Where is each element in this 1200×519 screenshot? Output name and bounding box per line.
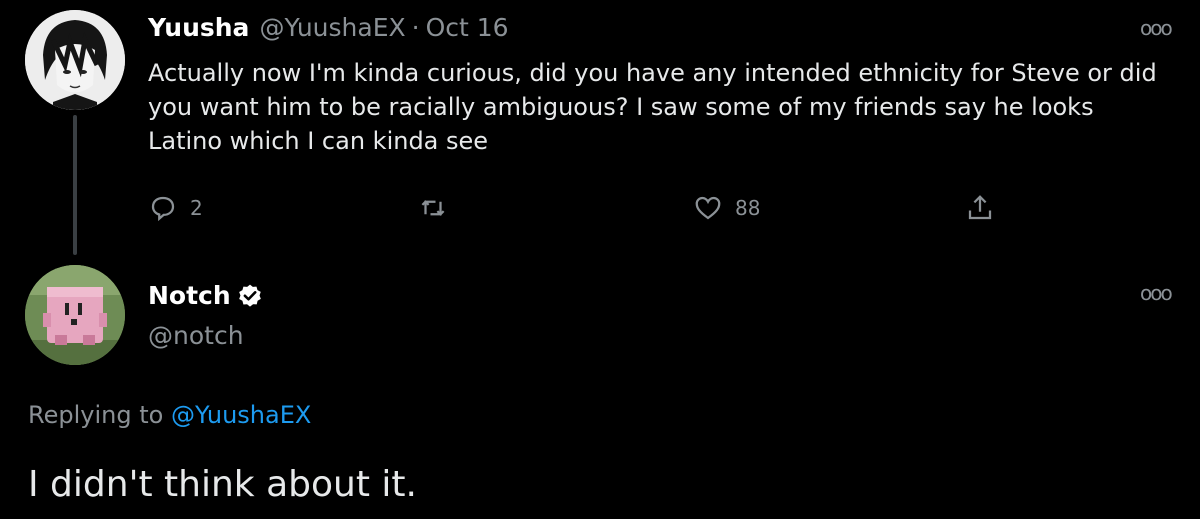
reply-button[interactable]: 2 bbox=[148, 192, 203, 224]
share-icon bbox=[968, 195, 992, 220]
tweet1-separator: · bbox=[411, 13, 420, 42]
tweet1-text: Actually now I'm kinda curious, did you … bbox=[148, 59, 1157, 155]
avatar-notch-image bbox=[25, 265, 125, 365]
verified-badge-icon bbox=[238, 284, 261, 307]
avatar-yuusha[interactable] bbox=[25, 10, 125, 110]
replying-to-handle-link[interactable]: @YuushaEX bbox=[171, 401, 311, 429]
thread-connector-line bbox=[73, 115, 77, 255]
tweet1-handle[interactable]: @YuushaEX bbox=[259, 13, 405, 42]
like-icon bbox=[695, 196, 721, 220]
tweet2-text: I didn't think about it. bbox=[28, 464, 417, 505]
reply-icon bbox=[151, 196, 175, 222]
retweet-button[interactable] bbox=[418, 192, 460, 224]
tweet1-header: Yuusha @YuushaEX · Oct 16 bbox=[148, 12, 519, 44]
replying-to-line: Replying to @YuushaEX bbox=[28, 398, 311, 432]
avatar-yuusha-image bbox=[25, 10, 125, 110]
replying-to-label: Replying to bbox=[28, 401, 164, 429]
like-button[interactable]: 88 bbox=[693, 192, 760, 224]
tweet1-display-name[interactable]: Yuusha bbox=[148, 13, 249, 42]
avatar-notch[interactable] bbox=[25, 265, 125, 365]
more-options-icon[interactable]: ooo bbox=[1140, 16, 1173, 40]
more-options-icon[interactable]: ooo bbox=[1140, 281, 1173, 305]
like-count: 88 bbox=[735, 196, 761, 220]
retweet-icon bbox=[421, 200, 445, 216]
share-button[interactable] bbox=[965, 192, 1007, 224]
tweet2-handle[interactable]: @notch bbox=[148, 320, 244, 352]
tweet2-name-row: Notch bbox=[148, 280, 263, 312]
tweet1-date[interactable]: Oct 16 bbox=[426, 13, 509, 42]
reply-count: 2 bbox=[190, 196, 203, 220]
tweet2-display-name[interactable]: Notch bbox=[148, 280, 231, 312]
